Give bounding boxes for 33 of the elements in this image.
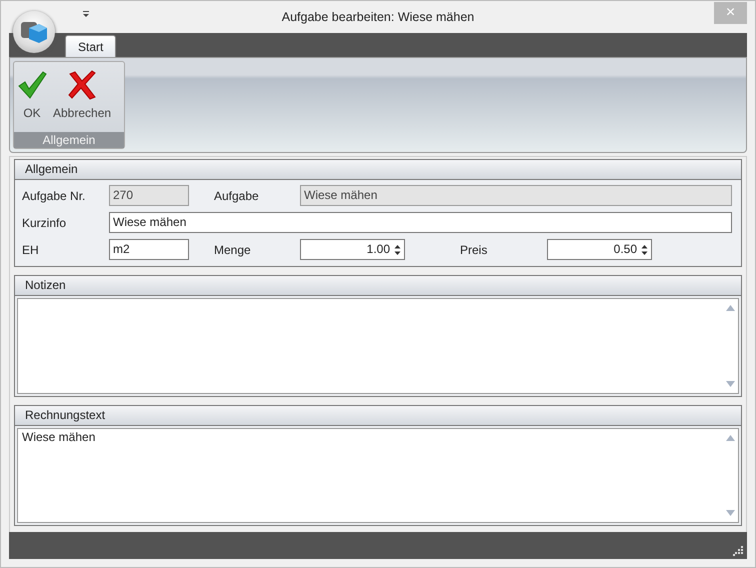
spin-arrows-icon[interactable] bbox=[394, 244, 401, 256]
field-label: Preis bbox=[460, 242, 488, 256]
section-header: Rechnungstext bbox=[15, 406, 741, 426]
ribbon-tab[interactable]: Start bbox=[65, 35, 116, 57]
section-header: Notizen bbox=[15, 276, 741, 296]
scrollbar[interactable] bbox=[726, 305, 735, 386]
field-label: EH bbox=[22, 242, 40, 256]
cross-icon bbox=[67, 70, 98, 100]
field-label: Menge bbox=[214, 242, 252, 256]
app-menu-button[interactable] bbox=[13, 11, 55, 53]
section-header: Allgemein bbox=[15, 160, 741, 180]
checkmark-icon bbox=[17, 70, 47, 100]
window-title: Aufgabe bearbeiten: Wiese mähen bbox=[282, 10, 474, 24]
text-area-content: Wiese mähen bbox=[21, 428, 96, 444]
text-field[interactable]: Wiese mähen bbox=[109, 212, 732, 233]
field-label: Aufgabe bbox=[214, 188, 260, 202]
scrollbar[interactable] bbox=[726, 434, 735, 516]
number-field[interactable]: 0.50 bbox=[547, 239, 652, 260]
scroll-up-icon[interactable] bbox=[726, 305, 735, 311]
number-field[interactable]: 1.00 bbox=[300, 239, 405, 260]
ok-button[interactable]: OK bbox=[16, 68, 48, 122]
field-label: Aufgabe Nr. bbox=[22, 188, 86, 202]
scroll-up-icon[interactable] bbox=[726, 434, 735, 440]
spin-arrows-icon[interactable] bbox=[641, 244, 648, 256]
field-label: Kurzinfo bbox=[22, 216, 68, 230]
text-area[interactable]: Wiese mähen bbox=[17, 428, 739, 523]
text-field[interactable]: m2 bbox=[109, 239, 189, 260]
group-label: Allgemein bbox=[14, 132, 124, 148]
scroll-down-icon[interactable] bbox=[726, 510, 735, 516]
customize-dropdown-icon[interactable] bbox=[81, 9, 91, 19]
cancel-button[interactable]: Abbrechen bbox=[52, 68, 112, 122]
resize-grip-icon[interactable] bbox=[733, 546, 743, 556]
scroll-down-icon[interactable] bbox=[726, 380, 735, 386]
